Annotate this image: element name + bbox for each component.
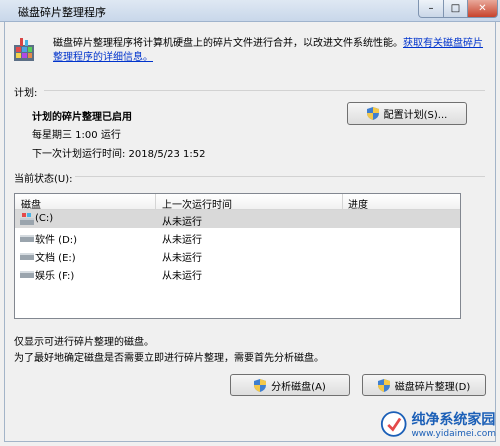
configure-schedule-label: 配置计划(S)... bbox=[383, 110, 448, 121]
intro-description: 磁盘碎片整理程序将计算机硬盘上的碎片文件进行合并，以改进文件系统性能。 bbox=[53, 38, 403, 49]
disk-last-run: 从未运行 bbox=[162, 235, 202, 246]
schedule-status: 计划的碎片整理已启用 bbox=[32, 112, 132, 123]
disk-last-run: 从未运行 bbox=[162, 217, 202, 228]
column-separator[interactable] bbox=[155, 194, 156, 209]
disk-row-e[interactable]: 文档 (E:) 从未运行 bbox=[15, 246, 460, 264]
watermark-title: 纯净系统家园 bbox=[411, 412, 496, 428]
schedule-frequency: 每星期三 1:00 运行 bbox=[32, 130, 121, 141]
disk-name: 文档 (E:) bbox=[35, 253, 76, 264]
system-drive-icon bbox=[20, 213, 34, 225]
defrag-app-icon bbox=[14, 38, 34, 61]
disk-name: 娱乐 (F:) bbox=[35, 271, 75, 282]
footer-note-1: 仅显示可进行碎片整理的磁盘。 bbox=[14, 337, 154, 348]
configure-schedule-button[interactable]: 配置计划(S)... bbox=[347, 102, 467, 125]
schedule-divider bbox=[44, 90, 485, 91]
disk-last-run: 从未运行 bbox=[162, 271, 202, 282]
footer-note-2: 为了最好地确定磁盘是否需要立即进行碎片整理，需要首先分析磁盘。 bbox=[14, 353, 324, 364]
disk-row-d[interactable]: 软件 (D:) 从未运行 bbox=[15, 228, 460, 246]
disk-list[interactable]: 磁盘 上一次运行时间 进度 (C:) 从未运行 软件 (D:) 从未运行 文档 … bbox=[14, 193, 461, 319]
column-progress[interactable]: 进度 bbox=[348, 196, 368, 211]
column-separator[interactable] bbox=[342, 194, 343, 209]
close-button[interactable]: ✕ bbox=[467, 0, 498, 18]
schedule-next-run: 下一次计划运行时间: 2018/5/23 1:52 bbox=[32, 149, 206, 160]
watermark-logo-icon bbox=[380, 411, 407, 437]
watermark-url: www.yidaimei.com bbox=[411, 429, 496, 439]
analyze-disk-label: 分析磁盘(A) bbox=[271, 381, 326, 393]
current-status-label: 当前状态(U): bbox=[14, 174, 73, 185]
window-title: 磁盘碎片整理程序 bbox=[18, 6, 106, 19]
minimize-button[interactable]: – bbox=[418, 0, 444, 18]
drive-icon bbox=[20, 271, 34, 278]
list-header: 磁盘 上一次运行时间 进度 bbox=[15, 194, 460, 211]
disk-name: 软件 (D:) bbox=[35, 235, 78, 246]
defrag-disk-button[interactable]: 磁盘碎片整理(D) bbox=[362, 374, 486, 396]
uac-shield-icon bbox=[254, 378, 267, 392]
drive-icon bbox=[20, 235, 34, 242]
disk-row-c[interactable]: (C:) 从未运行 bbox=[15, 210, 460, 228]
site-watermark: 纯净系统家园 www.yidaimei.com bbox=[380, 405, 496, 443]
schedule-label: 计划: bbox=[14, 88, 38, 99]
column-disk[interactable]: 磁盘 bbox=[21, 196, 41, 211]
uac-shield-icon bbox=[377, 378, 390, 392]
disk-row-f[interactable]: 娱乐 (F:) 从未运行 bbox=[15, 264, 460, 282]
disk-last-run: 从未运行 bbox=[162, 253, 202, 264]
status-divider bbox=[75, 176, 485, 177]
disk-name: (C:) bbox=[35, 213, 54, 224]
uac-shield-icon bbox=[366, 107, 379, 120]
column-last-run[interactable]: 上一次运行时间 bbox=[162, 196, 232, 211]
drive-icon bbox=[20, 253, 34, 260]
intro-text: 磁盘碎片整理程序将计算机硬盘上的碎片文件进行合并，以改进文件系统性能。获取有关磁… bbox=[53, 37, 483, 65]
analyze-disk-button[interactable]: 分析磁盘(A) bbox=[230, 374, 350, 396]
defrag-disk-label: 磁盘碎片整理(D) bbox=[394, 381, 471, 393]
maximize-button[interactable]: □ bbox=[443, 0, 468, 18]
